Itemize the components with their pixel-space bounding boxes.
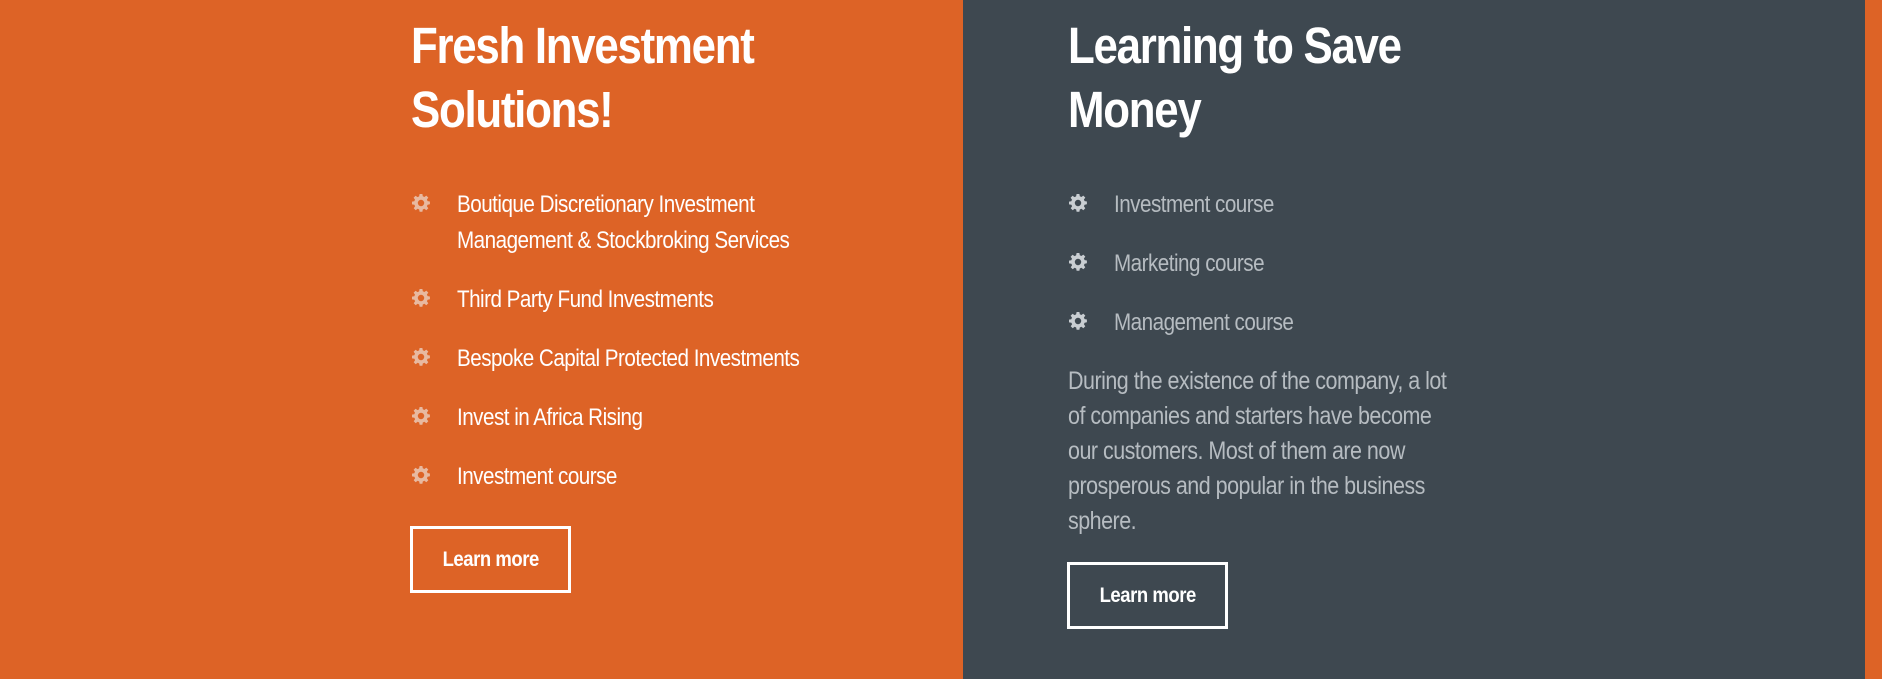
learning-to-save-content: Learning to Save Money Investment course… — [1068, 14, 1508, 539]
feature-list: Boutique Discretionary Investment Managem… — [411, 187, 911, 495]
panel-title-line1: Fresh Investment — [411, 17, 755, 74]
gear-icon — [411, 193, 431, 213]
list-item-text: Management course — [1114, 309, 1294, 336]
list-item-text: Boutique Discretionary Investment Managem… — [457, 191, 790, 254]
list-item-text: Bespoke Capital Protected Investments — [457, 345, 800, 372]
learn-more-label: Learn more — [1099, 583, 1196, 607]
orange-edge-strip — [1865, 0, 1882, 679]
gear-icon — [411, 465, 431, 485]
gear-icon — [1068, 252, 1088, 272]
list-item-text: Invest in Africa Rising — [457, 404, 643, 431]
list-item: Investment course — [411, 459, 911, 495]
panel-title-line2: Money — [1068, 81, 1202, 138]
panel-title-line1: Learning to Save — [1068, 17, 1402, 74]
course-list: Investment course Marketing course Manag… — [1068, 187, 1508, 341]
learn-more-button[interactable]: Learn more — [1067, 562, 1228, 629]
list-item: Third Party Fund Investments — [411, 282, 911, 318]
panel-title: Fresh Investment Solutions! — [411, 14, 841, 142]
list-item: Boutique Discretionary Investment Managem… — [411, 187, 911, 259]
gear-icon — [1068, 193, 1088, 213]
panel-description: During the existence of the company, a l… — [1068, 367, 1447, 535]
list-item-text: Marketing course — [1114, 250, 1265, 277]
list-item-text: Investment course — [1114, 191, 1274, 218]
gear-icon — [411, 288, 431, 308]
list-item-text: Third Party Fund Investments — [457, 286, 714, 313]
list-item-text: Investment course — [457, 463, 617, 490]
list-item: Management course — [1068, 305, 1508, 341]
learn-more-label: Learn more — [442, 547, 539, 571]
panel-title: Learning to Save Money — [1068, 14, 1446, 142]
panel-title-line2: Solutions! — [411, 81, 614, 138]
gear-icon — [411, 347, 431, 367]
list-item: Bespoke Capital Protected Investments — [411, 341, 911, 377]
list-item: Invest in Africa Rising — [411, 400, 911, 436]
two-column-promo: Fresh Investment Solutions! Boutique Dis… — [0, 0, 1882, 679]
learn-more-button[interactable]: Learn more — [410, 526, 571, 593]
list-item: Investment course — [1068, 187, 1508, 223]
gear-icon — [411, 406, 431, 426]
investment-solutions-content: Fresh Investment Solutions! Boutique Dis… — [411, 14, 911, 518]
list-item: Marketing course — [1068, 246, 1508, 282]
gear-icon — [1068, 311, 1088, 331]
